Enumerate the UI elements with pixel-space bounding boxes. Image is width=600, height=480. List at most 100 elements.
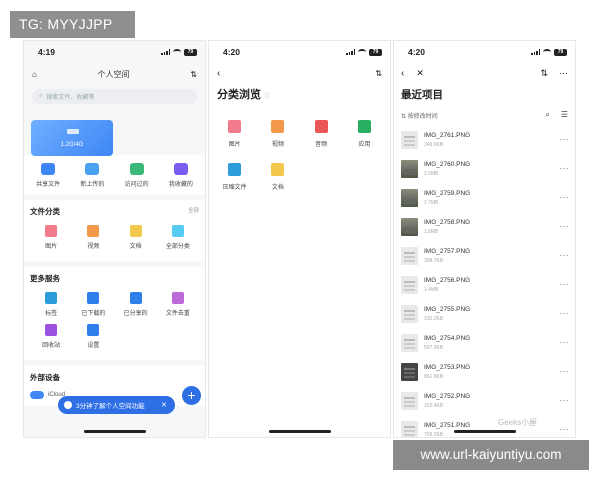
more-options-icon[interactable]: ··· — [560, 309, 570, 318]
sort-bar: ⇅ 按修改时间 ⌕ ☰ — [394, 110, 575, 120]
more-options-icon[interactable]: ··· — [560, 164, 570, 173]
wifi-icon — [173, 49, 181, 55]
item-label: 文档 — [271, 185, 284, 191]
file-size: 152.4KB — [424, 402, 444, 409]
battery-icon: 79 — [369, 48, 382, 56]
search-input[interactable]: ⌕ 搜索文件、收藏等 — [32, 89, 197, 104]
file-thumbnail — [401, 159, 418, 178]
back-icon[interactable]: ‹ — [217, 68, 220, 79]
search-icon[interactable]: ⌕ — [545, 110, 549, 120]
more-options-icon[interactable]: ··· — [560, 338, 570, 347]
category-item[interactable]: 音频 — [300, 120, 343, 148]
category-item[interactable]: 视频 — [256, 120, 299, 148]
more-options-icon[interactable]: ··· — [560, 193, 570, 202]
item-label: 回收站 — [42, 343, 61, 349]
intro-toast[interactable]: 3分钟了解个人空间功能 ✕ — [58, 396, 175, 414]
category-item[interactable]: 应用 — [343, 120, 386, 148]
file-categories-section: 文件分类 全部 图片 视频 文档 全部分类 — [24, 200, 205, 261]
file-row[interactable]: IMG_2755.PNG 310.2KB ··· — [394, 299, 575, 328]
file-name: IMG_2753.PNG — [424, 363, 471, 371]
sort-icon[interactable]: ⇅ — [375, 69, 382, 78]
category-grid: 图片 视频 音频 应用压缩文件 文档 — [209, 120, 390, 206]
file-thumbnail — [401, 362, 418, 381]
category-item[interactable]: 我收藏的 — [160, 163, 202, 188]
item-label: 共享文件 — [36, 182, 61, 188]
back-icon[interactable]: ‹ — [401, 68, 404, 79]
file-row[interactable]: IMG_2761.PNG 349.6KB ··· — [394, 125, 575, 154]
category-item[interactable]: 标签 — [30, 292, 72, 317]
file-name: IMG_2756.PNG — [424, 276, 471, 284]
category-item[interactable]: 全部分类 — [157, 225, 199, 250]
file-row[interactable]: IMG_2758.PNG 1.8MB ··· — [394, 212, 575, 241]
close-icon[interactable]: ✕ — [416, 68, 424, 79]
file-size: 861.8KB — [424, 373, 444, 380]
page-title: 个人空间 — [97, 69, 130, 79]
nav-bar: ‹ ✕ ⇅ ··· — [394, 63, 575, 83]
file-name: IMG_2754.PNG — [424, 334, 471, 342]
video-icon — [87, 225, 100, 237]
close-icon[interactable]: ✕ — [161, 401, 167, 409]
category-item[interactable]: 文件去重 — [157, 292, 199, 317]
category-item[interactable]: 压缩文件 — [213, 163, 256, 191]
see-all-link[interactable]: 全部 — [188, 206, 199, 217]
file-row[interactable]: IMG_2757.PNG 308.7KB ··· — [394, 241, 575, 270]
home-indicator — [453, 430, 516, 433]
more-options-icon[interactable]: ··· — [560, 280, 570, 289]
cloud-icon — [30, 391, 44, 399]
category-item[interactable]: 回收站 — [30, 324, 72, 349]
category-item[interactable]: 视频 — [72, 225, 114, 250]
category-item[interactable]: 新上传的 — [71, 163, 113, 188]
share-icon — [129, 292, 142, 304]
more-options-icon[interactable]: ··· — [560, 222, 570, 231]
category-item[interactable]: 已分享的 — [115, 292, 157, 317]
file-size: 308.7KB — [424, 257, 444, 264]
add-button[interactable]: + — [182, 386, 201, 405]
list-view-icon[interactable]: ☰ — [561, 110, 568, 120]
more-options-icon[interactable]: ··· — [560, 396, 570, 405]
category-item[interactable]: 已下载的 — [72, 292, 114, 317]
more-options-icon[interactable]: ··· — [560, 425, 570, 434]
file-row[interactable]: IMG_2759.PNG 2.7MB ··· — [394, 183, 575, 212]
share-folder-icon — [41, 163, 56, 175]
file-thumbnail — [401, 304, 418, 323]
category-item[interactable]: 文档 — [115, 225, 157, 250]
info-icon[interactable]: ⓘ — [264, 94, 270, 100]
category-item[interactable]: 共享文件 — [27, 163, 69, 188]
item-label: 访问过的 — [124, 182, 149, 188]
sort-icon[interactable]: ⇅ — [190, 70, 197, 79]
sort-dropdown[interactable]: ⇅ 按修改时间 — [401, 111, 438, 120]
upload-cloud-icon — [85, 163, 100, 175]
status-bar: 4:20 79 — [394, 41, 575, 63]
status-time: 4:19 — [38, 47, 56, 57]
file-row[interactable]: IMG_2760.PNG 2.6MB ··· — [394, 154, 575, 183]
image-icon — [45, 225, 58, 237]
more-options-icon[interactable]: ··· — [560, 367, 570, 376]
more-options-icon[interactable]: ··· — [560, 135, 570, 144]
file-thumbnail — [401, 420, 418, 437]
category-item[interactable]: 图片 — [213, 120, 256, 148]
item-label: 我收藏的 — [168, 182, 193, 188]
item-label: 音频 — [315, 142, 328, 148]
file-row[interactable]: IMG_2753.PNG 861.8KB ··· — [394, 357, 575, 386]
category-item[interactable]: 设置 — [72, 324, 114, 349]
file-name: IMG_2752.PNG — [424, 392, 471, 400]
category-item[interactable]: 文档 — [256, 163, 299, 191]
category-item[interactable]: 图片 — [30, 225, 72, 250]
home-indicator — [268, 430, 331, 433]
sort-icon[interactable]: ⇅ — [540, 68, 548, 79]
file-row[interactable]: IMG_2751.PNG 799.2KB ··· — [394, 415, 575, 437]
more-options-icon[interactable]: ··· — [560, 251, 570, 260]
storage-card[interactable]: 1.2G/4G — [31, 120, 113, 156]
more-icon[interactable]: ··· — [559, 68, 568, 79]
file-name: IMG_2755.PNG — [424, 305, 471, 313]
file-row[interactable]: IMG_2752.PNG 152.4KB ··· — [394, 386, 575, 415]
section-title: 更多服务 — [30, 274, 60, 283]
item-label: 已下载的 — [81, 311, 106, 317]
zip-icon — [228, 163, 242, 176]
category-item[interactable]: 访问过的 — [116, 163, 158, 188]
signal-icon — [346, 49, 355, 55]
home-icon[interactable]: ⌂ — [32, 70, 37, 79]
file-row[interactable]: IMG_2754.PNG 507.9KB ··· — [394, 328, 575, 357]
file-size: 1.4MB — [424, 286, 439, 293]
file-row[interactable]: IMG_2756.PNG 1.4MB ··· — [394, 270, 575, 299]
